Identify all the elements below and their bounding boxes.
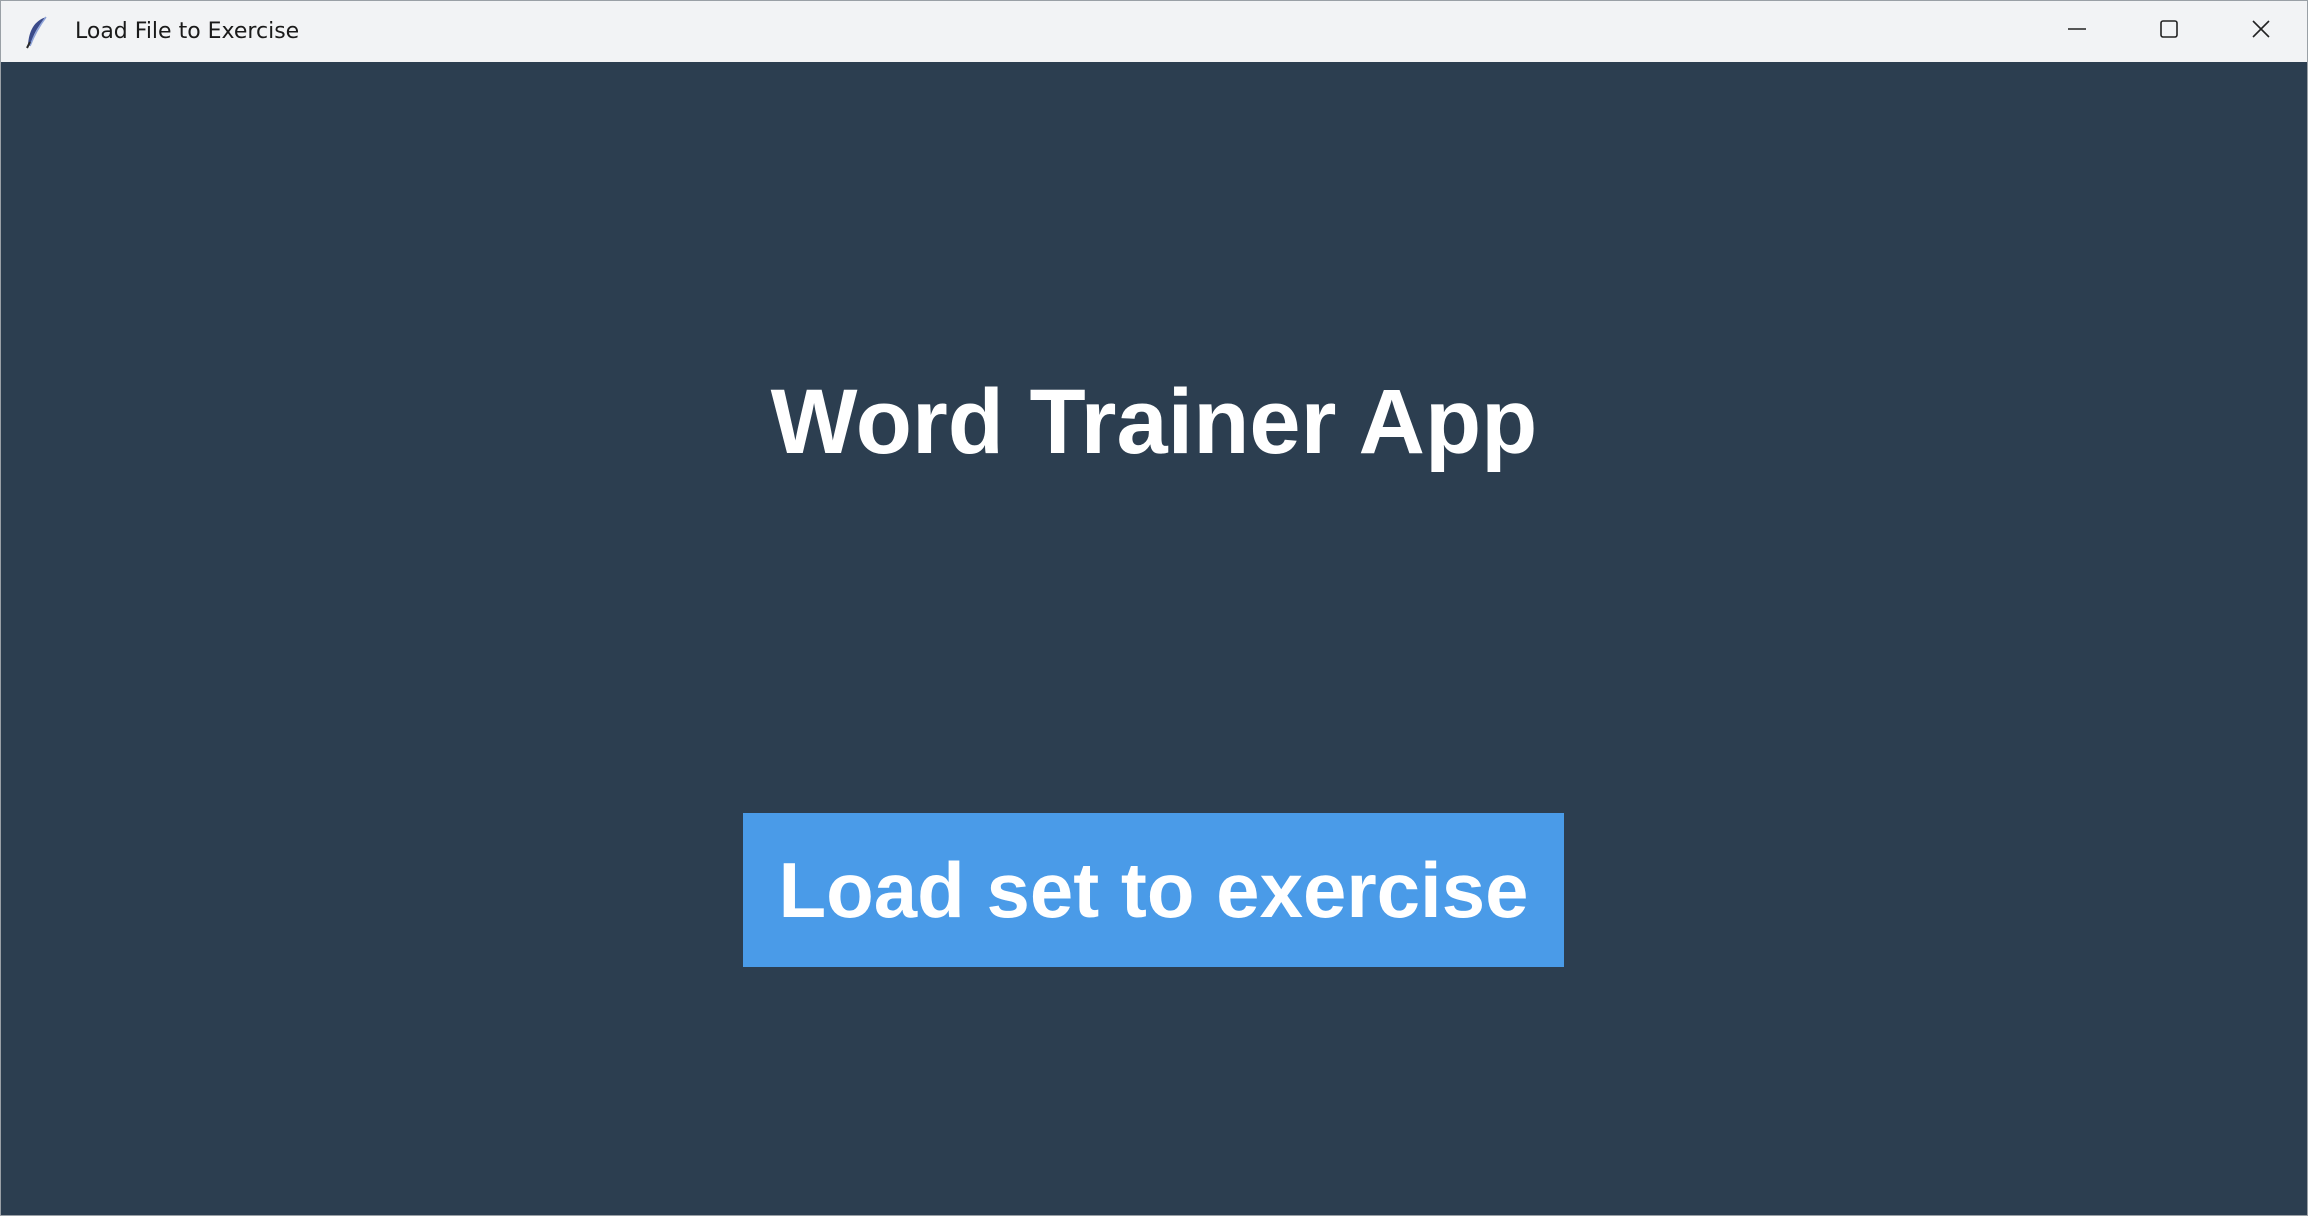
maximize-button[interactable] bbox=[2123, 1, 2215, 62]
minimize-icon bbox=[2066, 18, 2088, 45]
app-window: Load File to Exercise Word Trainer App L… bbox=[0, 0, 2308, 1216]
close-icon bbox=[2250, 18, 2272, 45]
window-title: Load File to Exercise bbox=[75, 19, 300, 44]
maximize-icon bbox=[2158, 18, 2180, 45]
window-controls bbox=[2031, 1, 2307, 62]
main-content: Word Trainer App Load set to exercise bbox=[1, 62, 2307, 1215]
app-heading: Word Trainer App bbox=[770, 371, 1538, 473]
minimize-button[interactable] bbox=[2031, 1, 2123, 62]
close-button[interactable] bbox=[2215, 1, 2307, 62]
title-bar[interactable]: Load File to Exercise bbox=[1, 1, 2307, 62]
feather-icon bbox=[19, 14, 55, 50]
load-set-button[interactable]: Load set to exercise bbox=[743, 813, 1564, 967]
